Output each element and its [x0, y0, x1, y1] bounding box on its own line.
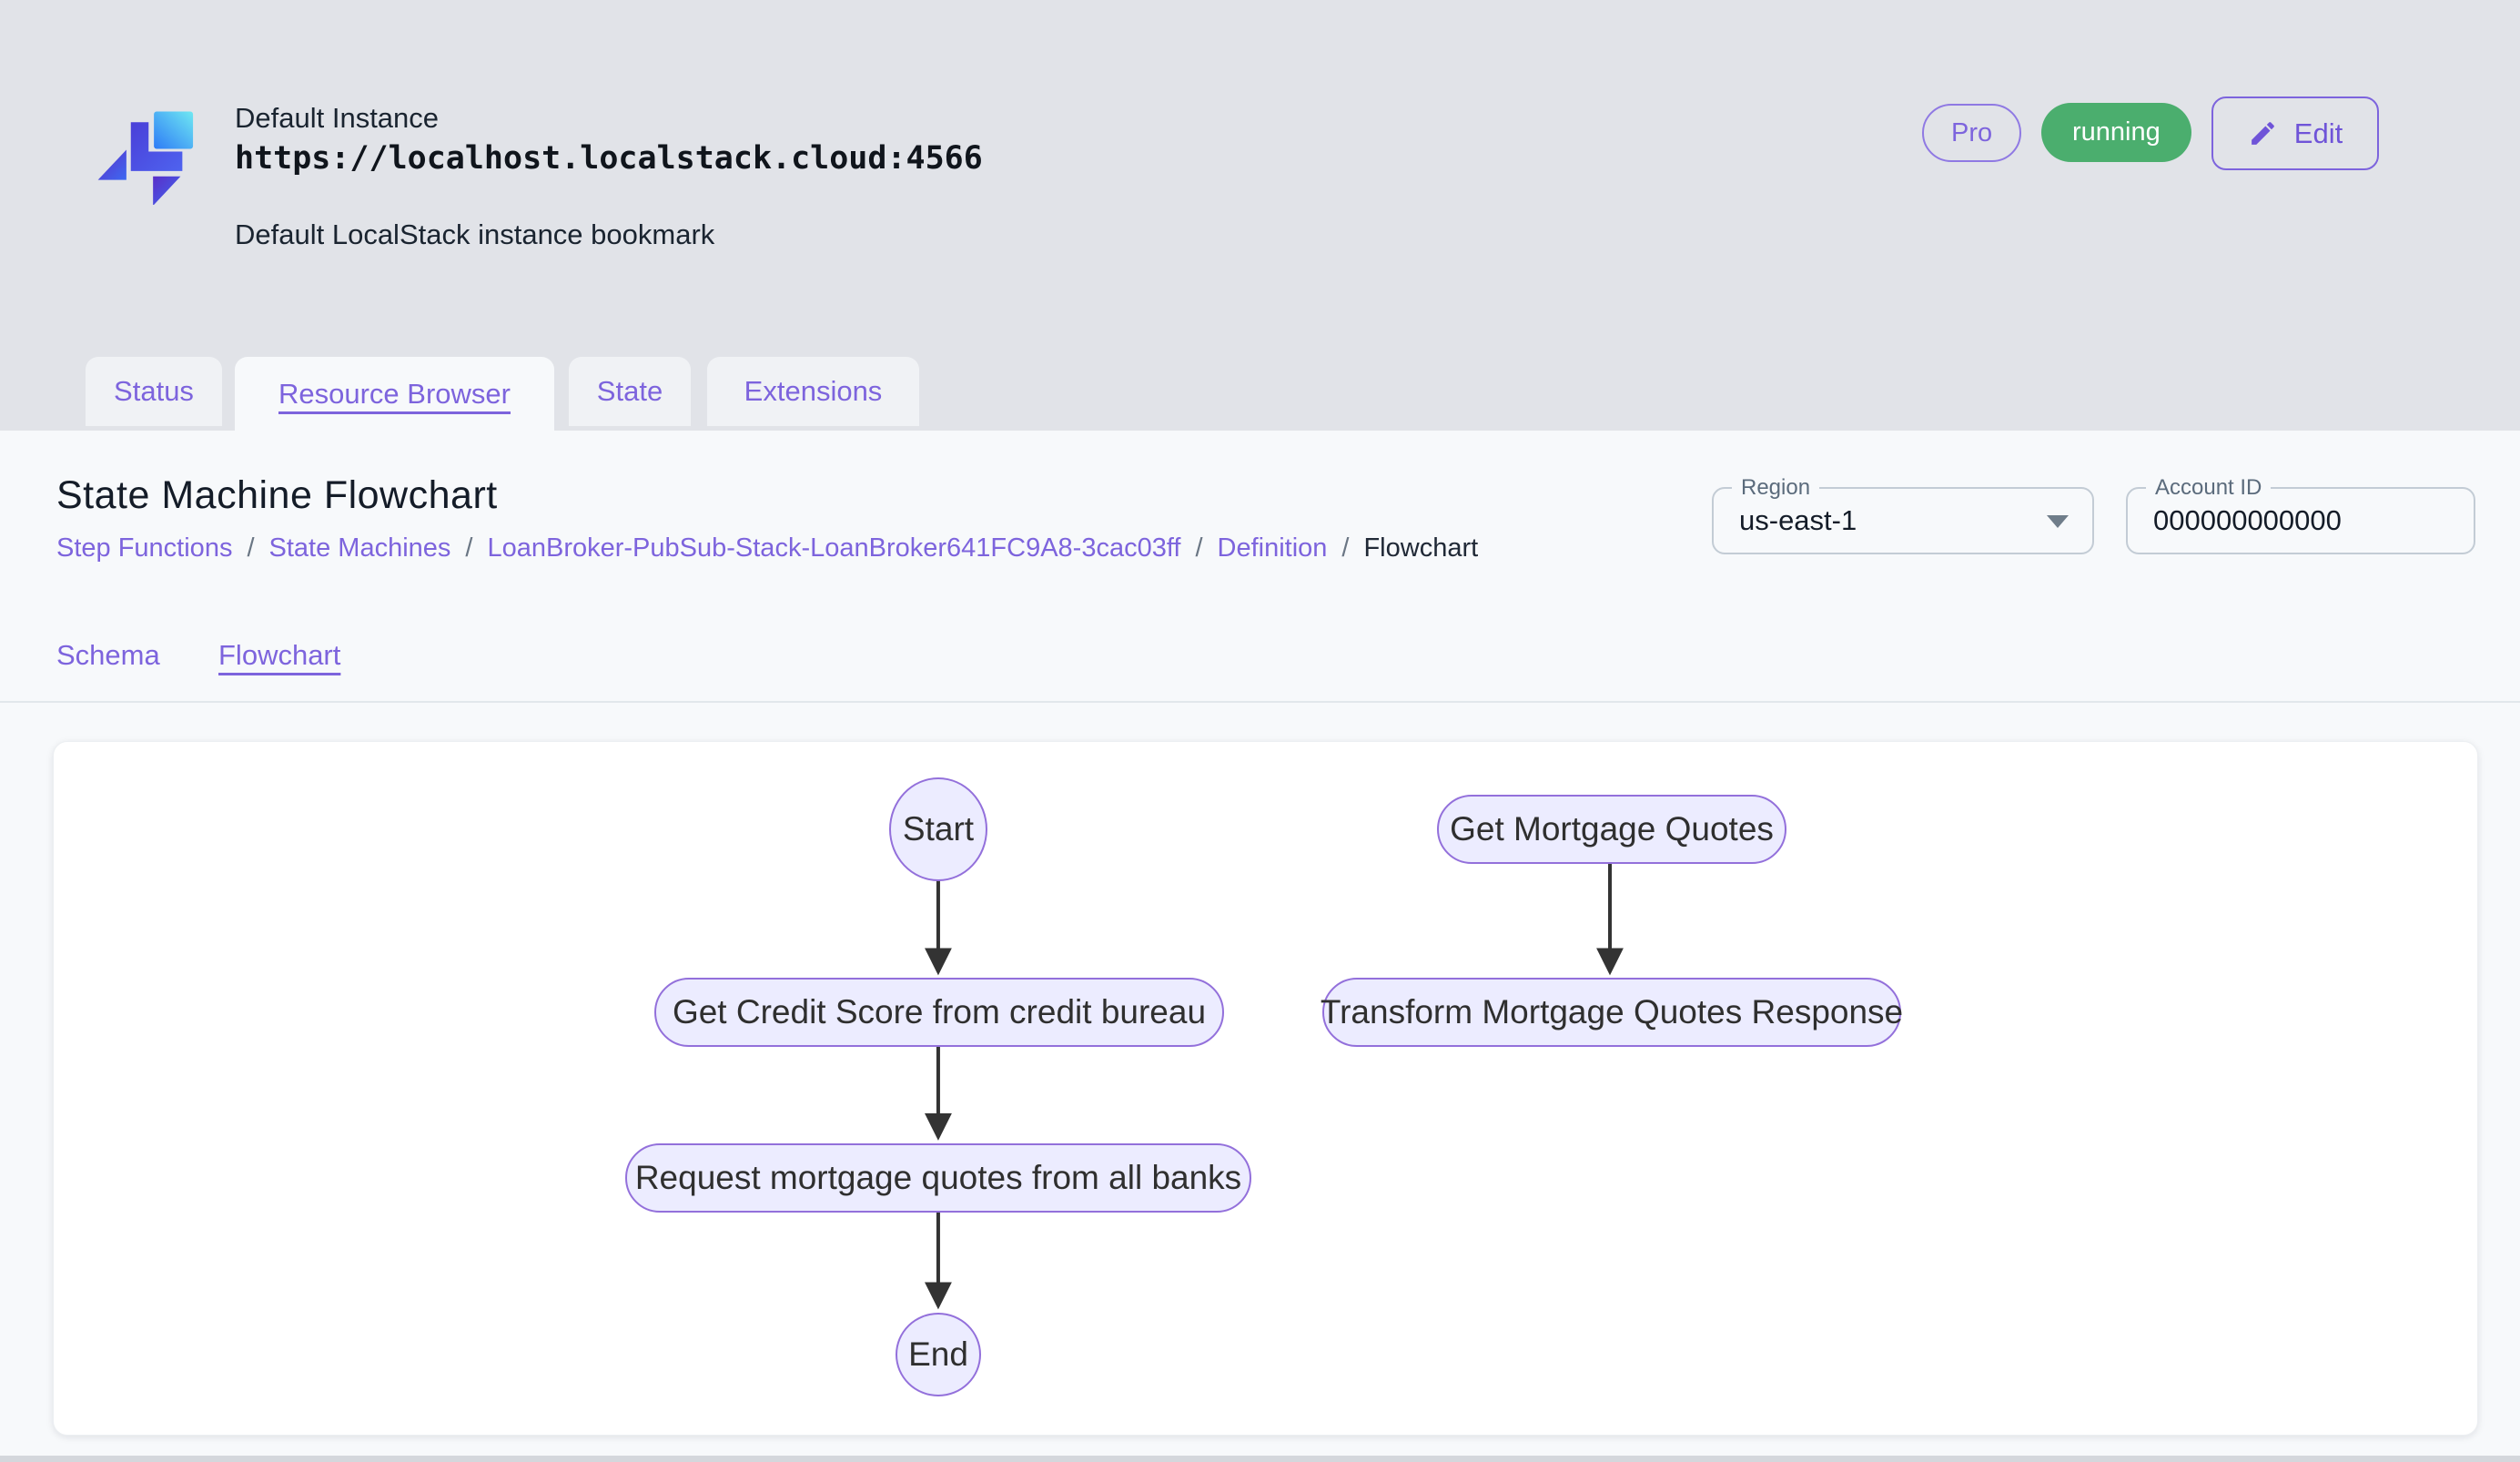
node-start-label: Start [903, 810, 974, 848]
breadcrumb: Step Functions / State Machines / LoanBr… [56, 533, 1478, 563]
edit-button-label: Edit [2294, 117, 2343, 150]
breadcrumb-separator: / [465, 533, 472, 563]
account-id-field[interactable]: Account ID 000000000000 [2126, 487, 2475, 554]
flowchart-node-start: Start [889, 777, 987, 881]
window-bottom-edge [0, 1456, 2520, 1462]
dropdown-caret-icon [2047, 515, 2069, 528]
localstack-app: Default Instance https://localhost.local… [0, 0, 2520, 1462]
instance-header: Default Instance https://localhost.local… [235, 102, 1509, 266]
tab-status-label: Status [114, 375, 194, 408]
node-transform-response-label: Transform Mortgage Quotes Response [1321, 993, 1903, 1031]
flowchart-node-end: End [896, 1313, 981, 1396]
subtab-schema[interactable]: Schema [56, 639, 160, 672]
breadcrumb-separator: / [1341, 533, 1349, 563]
localstack-logo [85, 94, 196, 205]
pro-chip-label: Pro [1951, 118, 1992, 148]
breadcrumb-separator: / [1195, 533, 1202, 563]
node-get-mortgage-quotes-label: Get Mortgage Quotes [1450, 810, 1774, 848]
region-select[interactable]: Region us-east-1 [1712, 487, 2094, 554]
flowchart-edges [54, 742, 2477, 1435]
flowchart-card: Start Get Credit Score from credit burea… [53, 741, 2478, 1436]
breadcrumb-separator: / [247, 533, 254, 563]
instance-url: https://localhost.localstack.cloud:4566 [235, 140, 983, 177]
breadcrumb-state-machine-id[interactable]: LoanBroker-PubSub-Stack-LoanBroker641FC9… [487, 533, 1180, 563]
panel-divider [0, 701, 2520, 703]
breadcrumb-definition[interactable]: Definition [1218, 533, 1328, 563]
instance-name: Default Instance [235, 102, 439, 135]
tab-extensions-label: Extensions [744, 375, 883, 408]
tab-extensions[interactable]: Extensions [707, 357, 919, 426]
resource-browser-panel: State Machine Flowchart Step Functions /… [0, 431, 2520, 1462]
tab-state[interactable]: State [569, 357, 691, 426]
page-title: State Machine Flowchart [56, 473, 498, 518]
node-request-quotes-label: Request mortgage quotes from all banks [635, 1159, 1241, 1197]
pro-chip: Pro [1922, 104, 2021, 162]
node-end-label: End [908, 1335, 968, 1374]
breadcrumb-step-functions[interactable]: Step Functions [56, 533, 232, 563]
flowchart-node-get-mortgage-quotes: Get Mortgage Quotes [1437, 795, 1786, 864]
pencil-icon [2248, 118, 2278, 148]
flowchart-node-get-credit-score: Get Credit Score from credit bureau [654, 978, 1224, 1047]
flowchart-node-transform-response: Transform Mortgage Quotes Response [1322, 978, 1901, 1047]
node-get-credit-score-label: Get Credit Score from credit bureau [673, 993, 1206, 1031]
edit-button[interactable]: Edit [2211, 96, 2379, 170]
account-id-value: 000000000000 [2153, 489, 2342, 553]
tab-resource-browser-label: Resource Browser [278, 378, 511, 411]
running-status-label: running [2072, 117, 2161, 147]
breadcrumb-flowchart: Flowchart [1363, 533, 1478, 563]
tab-state-label: State [597, 375, 663, 408]
tab-resource-browser[interactable]: Resource Browser [235, 357, 554, 431]
subtab-flowchart[interactable]: Flowchart [218, 639, 340, 672]
breadcrumb-state-machines[interactable]: State Machines [269, 533, 451, 563]
instance-description: Default LocalStack instance bookmark [235, 218, 714, 251]
running-status-badge: running [2041, 103, 2191, 162]
tab-status[interactable]: Status [86, 357, 222, 426]
region-value: us-east-1 [1739, 489, 1857, 553]
flowchart-node-request-quotes: Request mortgage quotes from all banks [625, 1143, 1251, 1213]
